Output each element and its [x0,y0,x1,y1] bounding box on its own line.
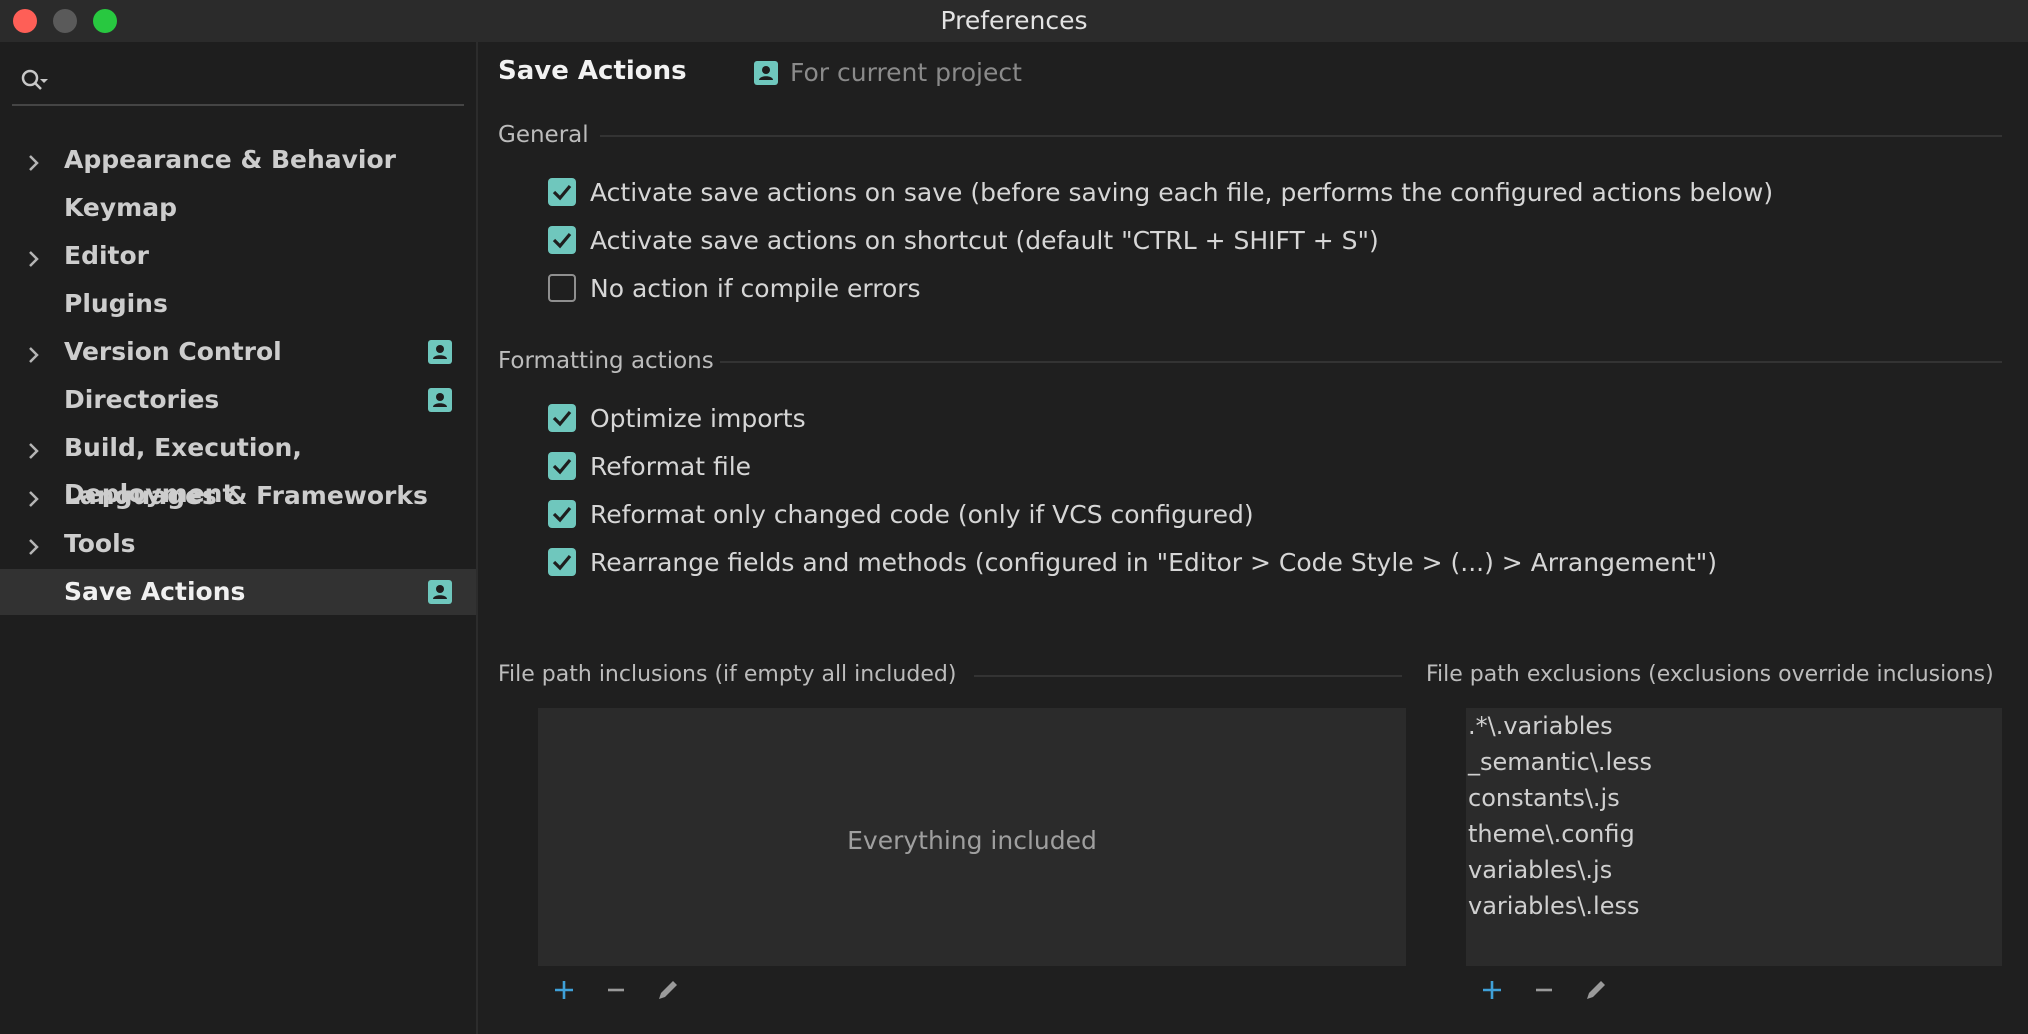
sidebar-item-label: Languages & Frameworks [64,481,428,510]
project-scope-icon [428,340,452,370]
project-scope-icon [428,388,452,418]
list-item[interactable]: variables\.less [1468,888,1639,924]
pencil-icon [1587,981,1605,999]
settings-content: Save Actions For current project General… [478,42,2028,1034]
sidebar-item-version-control[interactable]: Version Control [0,329,476,375]
project-scope-icon [428,580,452,610]
sidebar-item-save-actions[interactable]: Save Actions [0,569,476,615]
checkbox-label: Activate save actions on shortcut (defau… [590,226,1379,255]
pencil-icon [659,981,677,999]
list-item[interactable]: variables\.js [1468,852,1612,888]
chevron-right-icon[interactable] [24,438,44,467]
sidebar-item-label: Version Control [64,337,282,366]
checkbox-checked[interactable] [548,178,576,206]
sidebar-item-languages-frameworks[interactable]: Languages & Frameworks [0,473,476,519]
project-scope-label: For current project [754,58,1022,87]
plus-icon [1483,981,1501,999]
checkbox-unchecked[interactable] [548,274,576,302]
sidebar-item-directories[interactable]: Directories [0,377,476,423]
section-heading-exclusions: File path exclusions (exclusions overrid… [1426,662,1994,687]
sidebar-item-editor[interactable]: Editor [0,233,476,279]
list-item[interactable]: _semantic\.less [1468,744,1652,780]
sidebar-item-label: Appearance & Behavior [64,145,396,174]
add-inclusion-button[interactable] [546,972,582,1008]
settings-search-field[interactable] [12,58,464,106]
sidebar-item-plugins[interactable]: Plugins [0,281,476,327]
chevron-right-icon[interactable] [24,534,44,563]
zoom-window-button[interactable] [93,9,117,33]
chevron-right-icon[interactable] [24,246,44,275]
inclusions-list[interactable]: Everything included [538,708,1406,966]
checkbox-label: Reformat only changed code (only if VCS … [590,500,1254,529]
checkbox-checked[interactable] [548,452,576,480]
chevron-right-icon[interactable] [24,486,44,515]
minus-icon [608,988,624,992]
sidebar-item-keymap[interactable]: Keymap [0,185,476,231]
sidebar-item-label: Editor [64,241,149,270]
section-divider [720,361,2002,363]
checkbox-checked[interactable] [548,226,576,254]
checkbox-label: Reformat file [590,452,752,481]
edit-exclusion-button[interactable] [1578,972,1614,1008]
section-heading-general: General [498,122,589,148]
search-icon[interactable] [20,68,50,98]
checkbox-label: Rearrange fields and methods (configured… [590,548,1717,577]
checkbox-label: Optimize imports [590,404,806,433]
close-window-button[interactable] [13,9,37,33]
checkbox-label: Activate save actions on save (before sa… [590,178,1774,207]
checkbox-checked[interactable] [548,500,576,528]
list-item[interactable]: .*\.variables [1468,708,1613,744]
edit-inclusion-button[interactable] [650,972,686,1008]
sidebar-item-build-execution-deployment[interactable]: Build, Execution, Deployment [0,425,476,508]
sidebar-item-appearance-behavior[interactable]: Appearance & Behavior [0,137,476,183]
sidebar-item-label: Tools [64,529,136,558]
sidebar-item-label: Directories [64,385,220,414]
sidebar-item-tools[interactable]: Tools [0,521,476,567]
sidebar-item-label: Save Actions [64,577,246,606]
settings-sidebar: Appearance & Behavior Keymap Editor Plug… [0,42,478,1034]
sidebar-item-label: Keymap [64,193,178,222]
scope-text: For current project [790,58,1022,87]
remove-inclusion-button[interactable] [598,972,634,1008]
empty-list-text: Everything included [847,826,1097,855]
section-divider [974,675,1402,677]
section-heading-inclusions: File path inclusions (if empty all inclu… [498,662,957,687]
section-divider [600,135,2002,137]
add-exclusion-button[interactable] [1474,972,1510,1008]
minimize-window-button[interactable] [53,9,77,33]
plus-icon [555,981,573,999]
title-bar: Preferences [0,0,2028,42]
chevron-right-icon[interactable] [24,150,44,179]
minus-icon [1536,988,1552,992]
page-title: Save Actions [498,56,687,86]
window-title: Preferences [940,6,1088,35]
list-item[interactable]: constants\.js [1468,780,1620,816]
project-scope-icon [754,58,790,87]
sidebar-item-label: Plugins [64,289,168,318]
checkbox-label: No action if compile errors [590,274,921,303]
list-item[interactable]: theme\.config [1468,816,1635,852]
checkbox-checked[interactable] [548,548,576,576]
checkbox-checked[interactable] [548,404,576,432]
exclusions-list[interactable]: .*\.variables _semantic\.less constants\… [1466,708,2002,966]
chevron-right-icon[interactable] [24,342,44,371]
remove-exclusion-button[interactable] [1526,972,1562,1008]
section-heading-formatting: Formatting actions [498,348,714,374]
